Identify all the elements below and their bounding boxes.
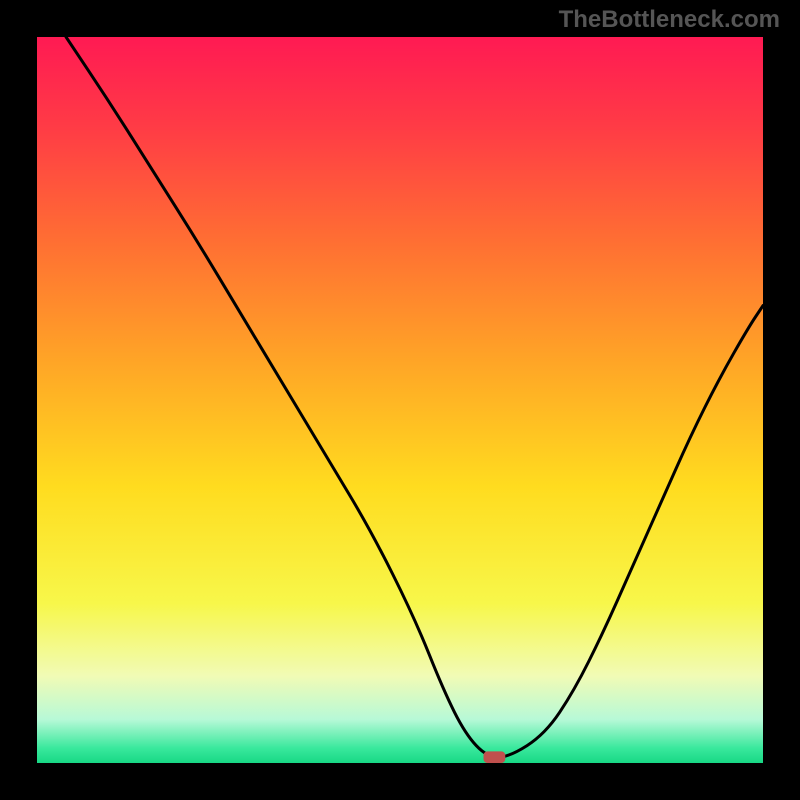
watermark-text: TheBottleneck.com <box>559 6 780 34</box>
chart-stage: { "watermark": "TheBottleneck.com", "col… <box>0 0 800 800</box>
optimal-point-marker <box>483 751 505 763</box>
plot-svg <box>37 37 763 763</box>
plot-background <box>37 37 763 763</box>
